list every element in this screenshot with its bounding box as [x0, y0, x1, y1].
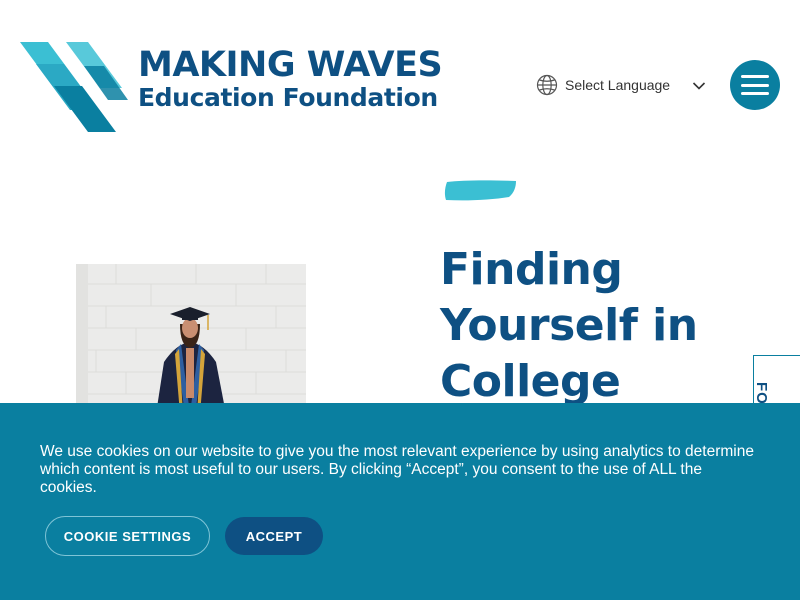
page: MAKING WAVES Education Foundation Select…	[0, 0, 800, 600]
wave-logo-mark-icon	[20, 42, 128, 132]
menu-bar	[741, 83, 769, 87]
menu-button[interactable]	[730, 60, 780, 110]
brush-stroke-decoration	[444, 180, 516, 201]
logo-subtitle: Education Foundation	[138, 83, 438, 112]
language-selector[interactable]: Select Language	[536, 74, 712, 96]
menu-bar	[741, 92, 769, 95]
site-logo[interactable]: MAKING WAVES Education Foundation	[18, 38, 448, 134]
cookie-message: We use cookies on our website to give yo…	[40, 443, 754, 496]
cookie-settings-button[interactable]: COOKIE SETTINGS	[45, 516, 210, 556]
cookie-banner: We use cookies on our website to give yo…	[0, 403, 800, 600]
graduate-photo	[76, 264, 306, 414]
accept-button[interactable]: ACCEPT	[225, 517, 323, 555]
menu-bar	[741, 75, 769, 78]
chevron-down-icon[interactable]	[692, 81, 706, 91]
feedback-tab-label: FO	[753, 382, 770, 405]
globe-icon	[536, 74, 558, 96]
logo-title: MAKING WAVES	[138, 45, 443, 85]
hero-title: Finding Yourself in College	[440, 244, 698, 407]
language-label: Select Language	[565, 77, 671, 93]
